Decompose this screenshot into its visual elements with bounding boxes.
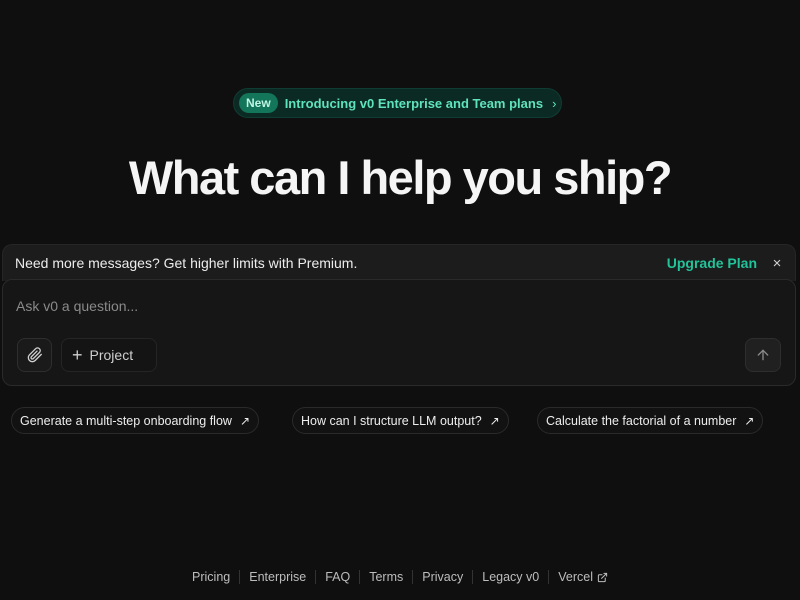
upgrade-plan-link[interactable]: Upgrade Plan: [667, 255, 757, 271]
arrow-up-right-icon: ↗: [239, 413, 250, 428]
suggestion-chip[interactable]: Calculate the factorial of a number ↗: [537, 407, 764, 434]
upgrade-banner: Need more messages? Get higher limits wi…: [2, 244, 796, 281]
page-title: What can I help you ship?: [128, 151, 673, 204]
suggestion-label: Generate a multi-step onboarding flow: [20, 413, 232, 428]
footer-link-enterprise[interactable]: Enterprise: [240, 570, 315, 584]
footer-link-pricing[interactable]: Pricing: [183, 570, 239, 584]
suggestion-chip[interactable]: How can I structure LLM output? ↗: [292, 407, 509, 434]
footer-link-vercel-label: Vercel: [558, 570, 593, 584]
suggestion-chips: Generate a multi-step onboarding flow ↗ …: [0, 407, 800, 434]
send-button[interactable]: [745, 338, 781, 372]
suggestion-label: Calculate the factorial of a number: [546, 413, 737, 428]
new-badge: New: [239, 93, 278, 113]
arrow-up-icon: [757, 349, 769, 361]
footer-link-vercel[interactable]: Vercel: [549, 570, 617, 584]
footer-link-privacy[interactable]: Privacy: [413, 570, 472, 584]
chevron-right-icon: ›: [552, 95, 557, 111]
add-project-button[interactable]: + Project: [61, 338, 157, 372]
suggestion-label: How can I structure LLM output?: [301, 413, 482, 428]
footer: Pricing Enterprise FAQ Terms Privacy Leg…: [0, 568, 800, 586]
arrow-up-right-icon: ↗: [489, 413, 500, 428]
announcement-banner[interactable]: New Introducing v0 Enterprise and Team p…: [233, 88, 562, 118]
prompt-input[interactable]: [16, 296, 716, 316]
footer-link-faq[interactable]: FAQ: [316, 570, 359, 584]
attach-button[interactable]: [17, 338, 52, 372]
footer-link-legacy-v0[interactable]: Legacy v0: [473, 570, 548, 584]
suggestion-chip[interactable]: Generate a multi-step onboarding flow ↗: [11, 407, 259, 434]
external-link-icon: [597, 572, 608, 582]
announcement-text: Introducing v0 Enterprise and Team plans: [284, 95, 544, 111]
paperclip-icon: [27, 347, 42, 363]
project-label: Project: [89, 347, 134, 363]
arrow-up-right-icon: ↗: [744, 413, 755, 428]
footer-link-terms[interactable]: Terms: [360, 570, 412, 584]
prompt-composer: + Project: [2, 279, 796, 386]
plus-icon: +: [72, 345, 83, 365]
upgrade-message: Need more messages? Get higher limits wi…: [15, 255, 358, 271]
close-icon[interactable]: ×: [771, 255, 783, 272]
